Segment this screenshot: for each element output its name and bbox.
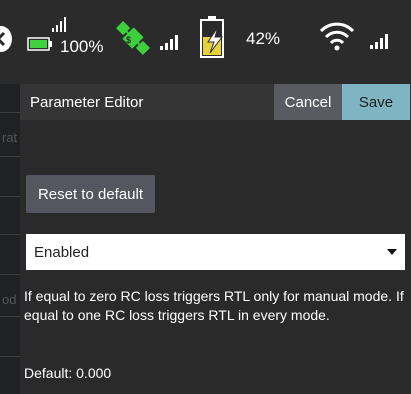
satellite-icon: $	[116, 21, 150, 55]
signal-icon	[160, 35, 178, 50]
background-fragment: rat	[2, 130, 18, 145]
battery-icon	[27, 37, 52, 51]
parameter-description: If equal to zero RC loss triggers RTL on…	[24, 288, 404, 323]
chevron-down-icon	[387, 249, 397, 255]
dialog-header: Parameter Editor Cancel Save	[20, 84, 411, 120]
divider	[0, 274, 20, 275]
default-value-label: Default: 0.000	[24, 365, 112, 381]
signal-icon	[52, 17, 66, 32]
parameter-editor-dialog: Parameter Editor Cancel Save Reset to de…	[20, 84, 411, 394]
battery-1-percent: 100%	[60, 37, 104, 56]
chevron-left-icon	[0, 31, 6, 47]
divider	[0, 356, 20, 357]
background-fragment: od	[2, 292, 17, 307]
divider	[0, 156, 20, 157]
divider	[0, 316, 20, 317]
divider	[0, 196, 20, 197]
back-button[interactable]	[0, 26, 12, 52]
battery-icon	[200, 16, 224, 58]
dialog-title: Parameter Editor	[30, 94, 144, 111]
reset-to-default-button[interactable]: Reset to default	[26, 175, 155, 213]
signal-icon	[370, 34, 388, 49]
save-button[interactable]: Save	[342, 84, 410, 120]
cancel-button[interactable]: Cancel	[274, 84, 342, 120]
divider	[0, 112, 20, 113]
selected-value: Enabled	[34, 243, 90, 261]
value-dropdown[interactable]: Enabled	[26, 234, 405, 270]
battery-2-percent: 42%	[246, 29, 281, 48]
wifi-icon	[319, 22, 355, 51]
toolbar: 100% $ 42%	[0, 0, 411, 84]
svg-text:$: $	[126, 35, 131, 45]
divider	[0, 234, 20, 235]
